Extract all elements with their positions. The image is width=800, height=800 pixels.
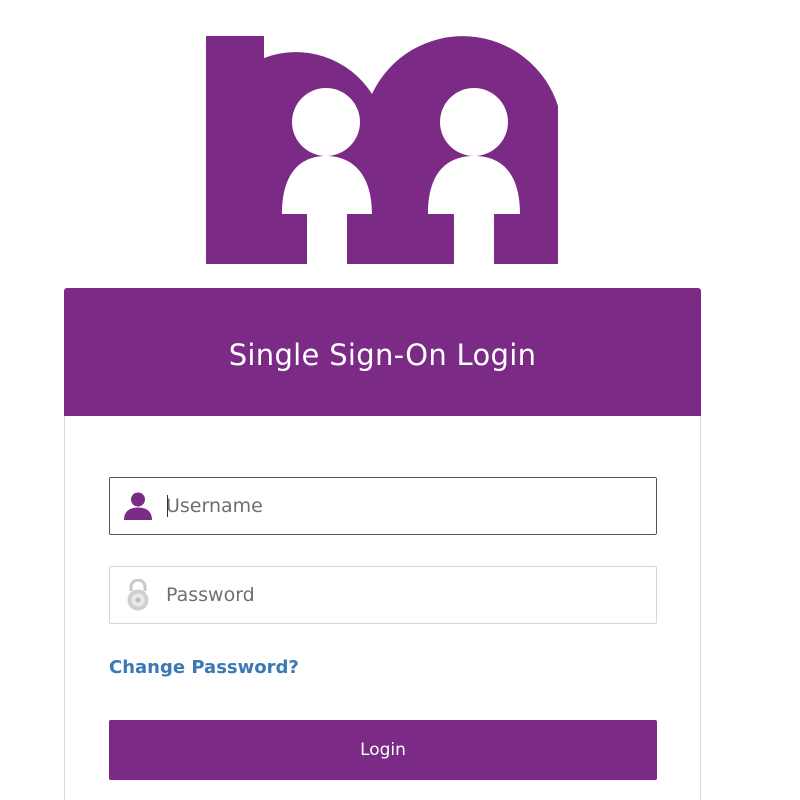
password-field[interactable] — [109, 566, 657, 624]
username-field[interactable] — [109, 477, 657, 535]
brand-logo-icon — [206, 36, 558, 264]
login-card: Single Sign-On Login Username Change Pas… — [64, 288, 701, 800]
login-header: Single Sign-On Login — [64, 288, 701, 416]
change-password-link[interactable]: Change Password? — [109, 657, 299, 678]
login-button[interactable]: Login — [109, 720, 657, 780]
padlock-icon — [110, 567, 166, 623]
login-title: Single Sign-On Login — [228, 338, 537, 372]
username-input[interactable] — [166, 478, 656, 534]
text-caret — [167, 495, 168, 517]
password-input[interactable] — [166, 567, 656, 623]
login-page: Single Sign-On Login Username Change Pas… — [0, 0, 800, 800]
user-icon — [110, 478, 166, 534]
